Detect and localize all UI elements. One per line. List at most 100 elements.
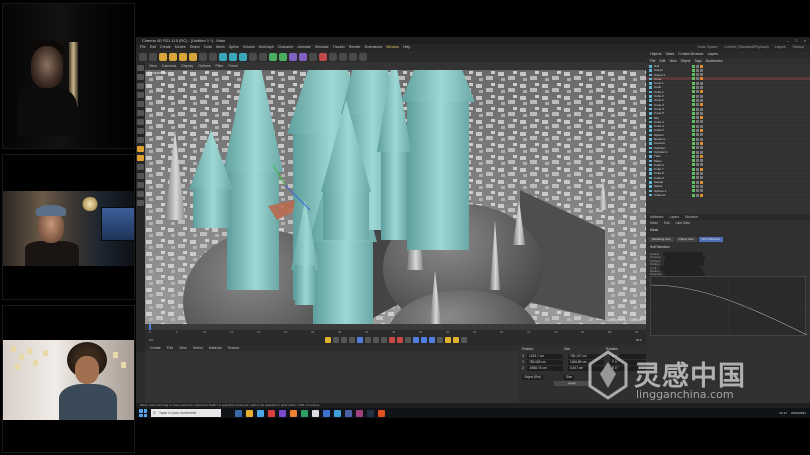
tag-icon[interactable] bbox=[692, 86, 695, 90]
mode-tool-icon[interactable] bbox=[137, 74, 144, 80]
toolbar-tool-icon[interactable] bbox=[149, 52, 157, 61]
menu-extensions[interactable]: Extensions bbox=[365, 44, 383, 51]
playback-button-icon[interactable] bbox=[452, 337, 459, 343]
tag-icon[interactable] bbox=[700, 64, 703, 68]
3d-viewport[interactable]: Perspective Grid Spacing : 1000 cm bbox=[145, 70, 646, 324]
taskbar-app-icon[interactable] bbox=[334, 409, 341, 417]
toolbar-tool-icon[interactable] bbox=[319, 52, 327, 61]
playback-button-icon[interactable] bbox=[404, 337, 411, 343]
tag-icon[interactable] bbox=[692, 137, 695, 141]
playback-button-icon[interactable] bbox=[388, 337, 395, 343]
tag-icon[interactable] bbox=[696, 189, 699, 193]
viewport-menu-view[interactable]: View bbox=[149, 62, 157, 70]
toolbar-tool-icon[interactable] bbox=[329, 52, 337, 61]
menu-simulate[interactable]: Simulate bbox=[315, 44, 329, 51]
menu-window[interactable]: Window bbox=[386, 44, 399, 51]
taskbar-app-icon[interactable] bbox=[312, 409, 319, 417]
tag-icon[interactable] bbox=[692, 146, 695, 150]
tag-icon[interactable] bbox=[692, 180, 695, 184]
object-row[interactable]: Cube.10 bbox=[646, 193, 810, 198]
tag-icon[interactable] bbox=[700, 189, 703, 193]
attribute-menu-item[interactable]: Mode bbox=[650, 220, 658, 226]
current-frame[interactable]: 0 F bbox=[149, 338, 153, 342]
tag-icon[interactable] bbox=[692, 129, 695, 133]
mode-tool-icon[interactable] bbox=[137, 137, 144, 143]
mode-tool-icon[interactable] bbox=[137, 101, 144, 107]
menu-select[interactable]: Select bbox=[190, 44, 200, 51]
tag-icon[interactable] bbox=[700, 120, 703, 124]
objects-tab[interactable]: Layers bbox=[708, 51, 718, 58]
menu-create[interactable]: Create bbox=[160, 44, 171, 51]
tag-icon[interactable] bbox=[692, 159, 695, 163]
tag-icon[interactable] bbox=[696, 90, 699, 94]
tag-icon[interactable] bbox=[700, 159, 703, 163]
tag-icon[interactable] bbox=[700, 163, 703, 167]
toolbar-tool-icon[interactable] bbox=[229, 52, 237, 61]
tag-icon[interactable] bbox=[700, 124, 703, 128]
tag-icon[interactable] bbox=[700, 73, 703, 77]
toolbar-tool-icon[interactable] bbox=[279, 52, 287, 61]
taskbar-search-input[interactable]: Taper ici pour rechercher bbox=[151, 409, 221, 417]
tag-icon[interactable] bbox=[696, 184, 699, 188]
attribute-mode-button[interactable]: Object Axis bbox=[675, 237, 697, 242]
material-menu-edit[interactable]: Edit bbox=[167, 345, 173, 351]
tag-icon[interactable] bbox=[696, 103, 699, 107]
tag-icon[interactable] bbox=[700, 90, 703, 94]
menu-render[interactable]: Render bbox=[349, 44, 361, 51]
coord-position-field[interactable]: 1425.7 cm bbox=[527, 354, 563, 359]
tag-icon[interactable] bbox=[692, 172, 695, 176]
menu-edit[interactable]: Edit bbox=[150, 44, 156, 51]
minimize-icon[interactable]: – bbox=[787, 37, 789, 44]
objects-tab[interactable]: Takes bbox=[666, 51, 675, 58]
tag-icon[interactable] bbox=[696, 86, 699, 90]
attribute-mode-button[interactable]: Soft Selection bbox=[698, 237, 724, 242]
tag-icon[interactable] bbox=[696, 163, 699, 167]
toolbar-tool-icon[interactable] bbox=[299, 52, 307, 61]
tag-icon[interactable] bbox=[692, 116, 695, 120]
toolbar-tool-icon[interactable] bbox=[269, 52, 277, 61]
clock-time[interactable]: 21:17 bbox=[779, 411, 787, 415]
playback-button-icon[interactable] bbox=[428, 337, 435, 343]
clock-date[interactable]: 23/04/2021 bbox=[791, 411, 806, 415]
tag-icon[interactable] bbox=[696, 180, 699, 184]
playback-button-icon[interactable] bbox=[332, 337, 339, 343]
tag-icon[interactable] bbox=[692, 154, 695, 158]
tag-icon[interactable] bbox=[696, 81, 699, 85]
mode-tool-icon[interactable] bbox=[137, 200, 144, 206]
tag-icon[interactable] bbox=[692, 163, 695, 167]
tag-icon[interactable] bbox=[692, 120, 695, 124]
viewport-menu-options[interactable]: Options bbox=[198, 62, 210, 70]
tag-icon[interactable] bbox=[700, 81, 703, 85]
tag-icon[interactable] bbox=[700, 107, 703, 111]
taskbar-app-icon[interactable] bbox=[268, 409, 275, 417]
toolbar-tool-icon[interactable] bbox=[169, 52, 177, 61]
tag-icon[interactable] bbox=[700, 193, 703, 197]
tag-icon[interactable] bbox=[696, 176, 699, 180]
tag-icon[interactable] bbox=[700, 184, 703, 188]
apply-button[interactable]: Apply bbox=[554, 381, 590, 386]
close-icon[interactable]: × bbox=[804, 37, 806, 44]
toolbar-tool-icon[interactable] bbox=[289, 52, 297, 61]
tag-icon[interactable] bbox=[696, 120, 699, 124]
taskbar-app-icon[interactable] bbox=[279, 409, 286, 417]
layout-value[interactable]: Startup bbox=[792, 44, 804, 51]
tag-icon[interactable] bbox=[696, 77, 699, 81]
attribute-menu-item[interactable]: Edit bbox=[664, 220, 670, 226]
material-menu-view[interactable]: View bbox=[179, 345, 187, 351]
playback-button-icon[interactable] bbox=[412, 337, 419, 343]
mode-tool-icon[interactable] bbox=[137, 173, 144, 179]
coord-size-select[interactable]: Size bbox=[564, 375, 575, 380]
material-menu-select[interactable]: Select bbox=[193, 345, 203, 351]
falloff-curve-graph[interactable] bbox=[650, 276, 808, 337]
taskbar-app-icon[interactable] bbox=[246, 409, 253, 417]
menu-animate[interactable]: Animate bbox=[298, 44, 311, 51]
windows-start-icon[interactable] bbox=[139, 409, 147, 417]
menu-volume[interactable]: Volume bbox=[243, 44, 255, 51]
end-frame[interactable]: 90 F bbox=[636, 338, 642, 342]
taskbar-app-icon[interactable] bbox=[356, 409, 363, 417]
playback-button-icon[interactable] bbox=[380, 337, 387, 343]
menu-help[interactable]: Help bbox=[403, 44, 410, 51]
tag-icon[interactable] bbox=[696, 68, 699, 72]
tag-icon[interactable] bbox=[692, 77, 695, 81]
playback-button-icon[interactable] bbox=[444, 337, 451, 343]
